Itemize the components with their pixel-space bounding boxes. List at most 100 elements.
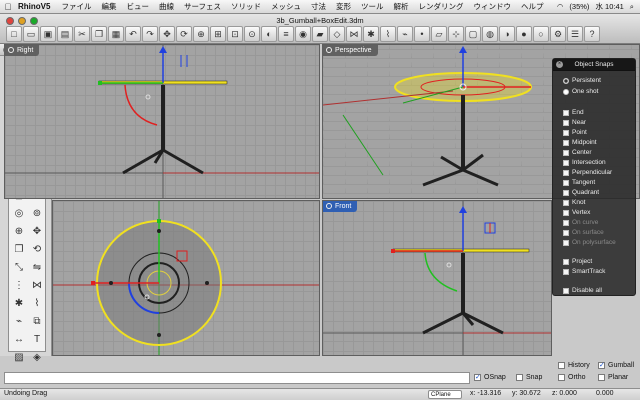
ortho-checkbox[interactable] bbox=[558, 374, 565, 381]
snap-knot[interactable]: Knot bbox=[563, 198, 585, 208]
ortho-option[interactable]: Ortho bbox=[558, 374, 586, 381]
viewport-right[interactable]: Right bbox=[4, 44, 320, 199]
join-icon[interactable]: ⋈ bbox=[28, 276, 46, 294]
menu-window[interactable]: ウィンドウ bbox=[469, 1, 517, 12]
snap-on-surface-checkbox[interactable] bbox=[563, 230, 569, 236]
redo-icon[interactable]: ↷ bbox=[142, 26, 158, 42]
snap-tangent[interactable]: Tangent bbox=[563, 178, 595, 188]
snap-mode-persistent[interactable]: Persistent bbox=[563, 76, 601, 86]
snap-on-polysurface[interactable]: On polysurface bbox=[563, 238, 616, 248]
gumball-checkbox[interactable]: ✓ bbox=[598, 362, 605, 369]
snap-mode-one-shot-radio[interactable] bbox=[563, 89, 569, 95]
menu-render[interactable]: レンダリング bbox=[414, 1, 469, 12]
snap-smarttrack[interactable]: SmartTrack bbox=[563, 267, 605, 277]
trim-icon[interactable]: ⌇ bbox=[380, 26, 396, 42]
snap-smarttrack-checkbox[interactable] bbox=[563, 269, 569, 275]
app-menu[interactable]: RhinoV5 bbox=[16, 2, 56, 11]
split-icon[interactable]: ⌁ bbox=[10, 312, 28, 330]
snap-mode-one-shot[interactable]: One shot bbox=[563, 87, 598, 97]
viewport-menu-icon[interactable] bbox=[8, 47, 14, 53]
command-input[interactable] bbox=[4, 372, 470, 384]
snap-midpoint[interactable]: Midpoint bbox=[563, 138, 597, 148]
copy-icon[interactable]: ❐ bbox=[91, 26, 107, 42]
explode-icon[interactable]: ✱ bbox=[10, 294, 28, 312]
text-icon[interactable]: T bbox=[28, 330, 46, 348]
snap-checkbox[interactable] bbox=[516, 374, 523, 381]
snap-mode-persistent-radio[interactable] bbox=[563, 78, 569, 84]
close-icon[interactable]: × bbox=[556, 61, 563, 68]
snap-quadrant[interactable]: Quadrant bbox=[563, 188, 599, 198]
dimension-icon[interactable]: ↔ bbox=[10, 330, 28, 348]
undo-view-icon[interactable]: ◐ bbox=[261, 26, 277, 42]
spotlight-icon[interactable]: ⌕ bbox=[630, 2, 634, 12]
history-option[interactable]: History bbox=[558, 362, 590, 369]
apple-menu-icon[interactable]:  bbox=[0, 2, 16, 12]
sphere-icon[interactable]: ● bbox=[516, 26, 532, 42]
planar-checkbox[interactable] bbox=[598, 374, 605, 381]
snap-on-polysurface-checkbox[interactable] bbox=[563, 240, 569, 246]
snap-on-surface[interactable]: On surface bbox=[563, 228, 604, 238]
move-icon[interactable]: ✥ bbox=[28, 222, 46, 240]
zoom-window-icon[interactable]: ⊞ bbox=[210, 26, 226, 42]
menu-view[interactable]: ビュー bbox=[121, 1, 154, 12]
snap-project[interactable]: Project bbox=[563, 257, 592, 267]
split-icon[interactable]: ⌁ bbox=[397, 26, 413, 42]
viewport-title-perspective[interactable]: Perspective bbox=[323, 45, 378, 56]
snap-center[interactable]: Center bbox=[563, 148, 592, 158]
mirror-icon[interactable]: ⇋ bbox=[28, 258, 46, 276]
menu-surface[interactable]: サーフェス bbox=[179, 1, 226, 12]
cut-icon[interactable]: ✂ bbox=[74, 26, 90, 42]
open-file-icon[interactable]: ▭ bbox=[23, 26, 39, 42]
viewport-title-right[interactable]: Right bbox=[5, 45, 40, 56]
snap-disable-all-checkbox[interactable] bbox=[563, 288, 569, 294]
menu-solid[interactable]: ソリッド bbox=[226, 1, 266, 12]
zoom-extents-icon[interactable]: ⊡ bbox=[227, 26, 243, 42]
viewport-menu-icon[interactable] bbox=[326, 203, 332, 209]
menu-edit[interactable]: 編集 bbox=[96, 1, 121, 12]
snap-end-checkbox[interactable] bbox=[563, 110, 569, 116]
gumball-icon[interactable]: ⊹ bbox=[448, 26, 464, 42]
car-icon[interactable]: ▰ bbox=[312, 26, 328, 42]
snap-vertex-checkbox[interactable] bbox=[563, 210, 569, 216]
osnap-option[interactable]: ✓ OSnap bbox=[474, 374, 506, 381]
new-file-icon[interactable]: □ bbox=[6, 26, 22, 42]
settings-icon[interactable]: ⚙ bbox=[550, 26, 566, 42]
toolbar-icon[interactable]: ☰ bbox=[567, 26, 583, 42]
color-wheel-icon[interactable]: ◑ bbox=[499, 26, 515, 42]
paste-icon[interactable]: ▦ bbox=[108, 26, 124, 42]
snap-on-curve-checkbox[interactable] bbox=[563, 220, 569, 226]
save-icon[interactable]: ▣ bbox=[40, 26, 56, 42]
trim-icon[interactable]: ⌇ bbox=[28, 294, 46, 312]
menu-dimension[interactable]: 寸法 bbox=[306, 1, 331, 12]
battery-status[interactable]: (35%) bbox=[569, 2, 589, 11]
viewport-top[interactable] bbox=[52, 200, 320, 356]
wifi-icon[interactable]: ◠ bbox=[557, 2, 564, 11]
zoom-icon[interactable]: ⊕ bbox=[193, 26, 209, 42]
snap-disable-all[interactable]: Disable all bbox=[563, 286, 602, 296]
help-icon[interactable]: ? bbox=[584, 26, 600, 42]
copy-icon[interactable]: ❐ bbox=[10, 240, 28, 258]
snap-option[interactable]: Snap bbox=[516, 374, 542, 381]
snap-perpendicular-checkbox[interactable] bbox=[563, 170, 569, 176]
menu-help[interactable]: ヘルプ bbox=[516, 1, 549, 12]
snap-intersection[interactable]: Intersection bbox=[563, 158, 606, 168]
viewport-title-front[interactable]: Front bbox=[323, 201, 358, 212]
snap-vertex[interactable]: Vertex bbox=[563, 208, 590, 218]
join-icon[interactable]: ⋈ bbox=[346, 26, 362, 42]
menu-tools[interactable]: ツール bbox=[356, 1, 389, 12]
snap-quadrant-checkbox[interactable] bbox=[563, 190, 569, 196]
rotate-view-icon[interactable]: ⟳ bbox=[176, 26, 192, 42]
snap-point[interactable]: Point bbox=[563, 128, 587, 138]
viewport-front[interactable]: Front bbox=[322, 200, 552, 356]
pipe-icon[interactable]: ⊚ bbox=[28, 204, 46, 222]
snap-tangent-checkbox[interactable] bbox=[563, 180, 569, 186]
snap-perpendicular[interactable]: Perpendicular bbox=[563, 168, 612, 178]
cplane-selector[interactable]: CPlane bbox=[428, 390, 462, 399]
boolean-icon[interactable]: ⊕ bbox=[10, 222, 28, 240]
object-properties-icon[interactable]: ◉ bbox=[295, 26, 311, 42]
layer-icon[interactable]: ≡ bbox=[278, 26, 294, 42]
point-icon[interactable]: • bbox=[414, 26, 430, 42]
print-icon[interactable]: ▤ bbox=[57, 26, 73, 42]
snap-on-curve[interactable]: On curve bbox=[563, 218, 598, 228]
osnap-checkbox[interactable]: ✓ bbox=[474, 374, 481, 381]
